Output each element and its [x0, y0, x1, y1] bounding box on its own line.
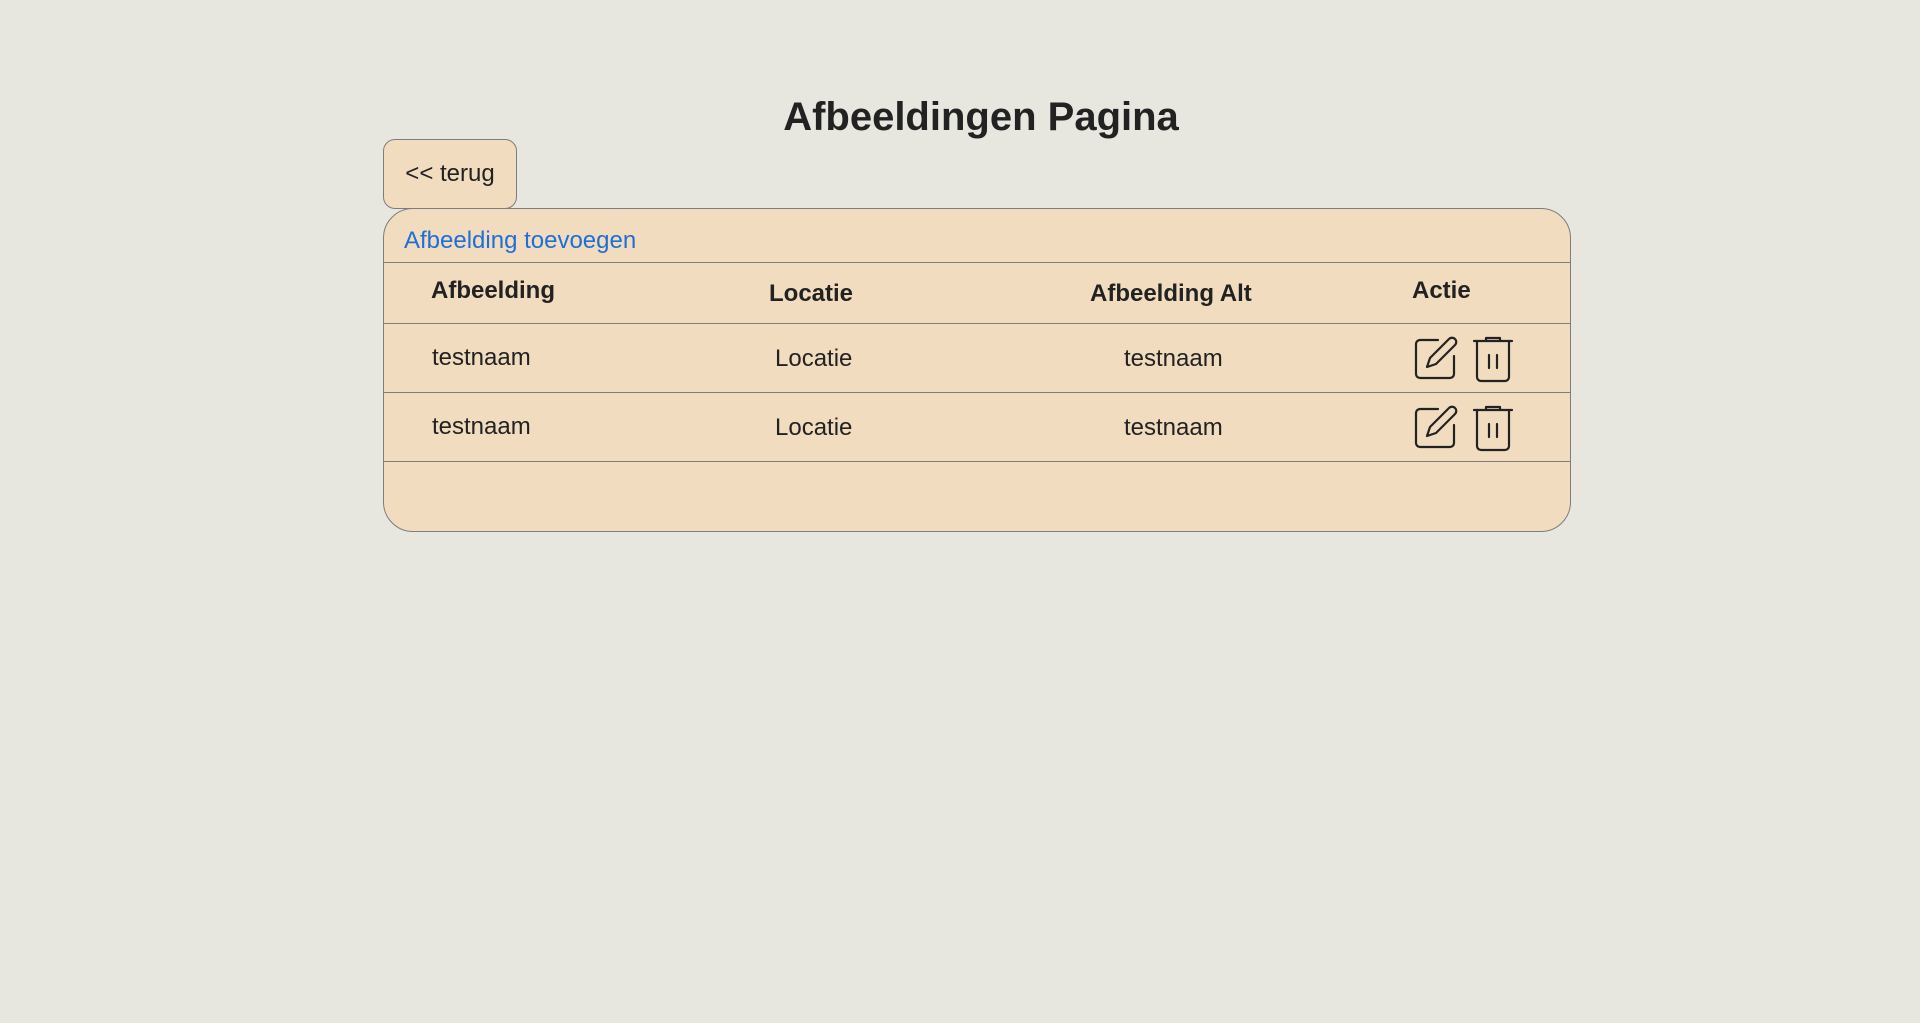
images-panel: Afbeelding toevoegen Afbeelding Locatie …	[383, 208, 1571, 532]
row-actions	[1411, 404, 1517, 452]
edit-icon[interactable]	[1411, 335, 1459, 383]
page-title: Afbeeldingen Pagina	[783, 95, 1179, 139]
trash-icon[interactable]	[1469, 335, 1517, 383]
cell-afbeelding: testnaam	[432, 344, 531, 371]
images-table: Afbeelding Locatie Afbeelding Alt Actie …	[384, 262, 1570, 462]
cell-afbeelding-alt: testnaam	[1124, 345, 1223, 372]
header-afbeelding: Afbeelding	[431, 277, 555, 304]
header-actie: Actie	[1412, 277, 1471, 304]
cell-afbeelding-alt: testnaam	[1124, 414, 1223, 441]
add-image-link[interactable]: Afbeelding toevoegen	[404, 227, 636, 255]
row-actions	[1411, 335, 1517, 383]
header-locatie: Locatie	[769, 280, 854, 307]
edit-icon[interactable]	[1411, 404, 1459, 452]
table-header-row: Afbeelding Locatie Afbeelding Alt Actie	[384, 262, 1570, 323]
back-button[interactable]: << terug	[383, 139, 517, 209]
cell-locatie: Locatie	[775, 345, 853, 372]
table-row: testnaam Locatie testnaam	[384, 392, 1570, 462]
trash-icon[interactable]	[1469, 404, 1517, 452]
header-afbeelding-alt: Afbeelding Alt	[1090, 280, 1252, 307]
cell-locatie: Locatie	[775, 414, 853, 441]
table-row: testnaam Locatie testnaam	[384, 323, 1570, 392]
cell-afbeelding: testnaam	[432, 413, 531, 440]
